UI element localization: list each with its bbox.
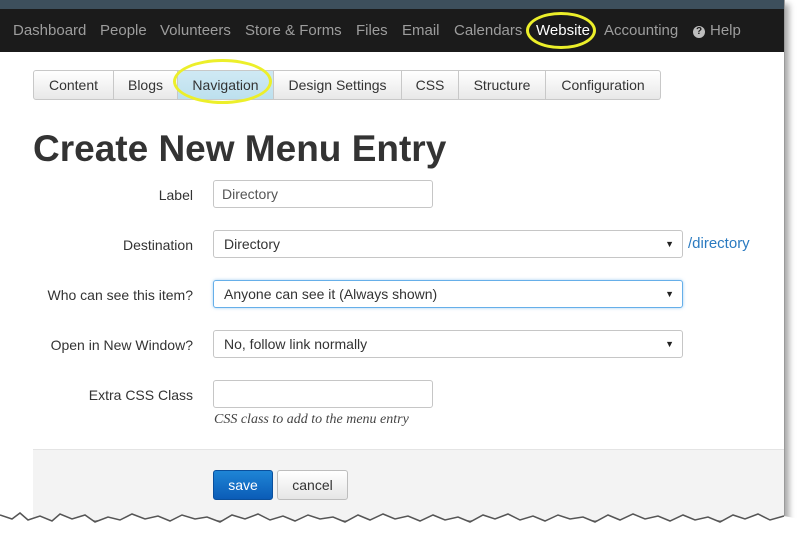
- chevron-down-icon: ▼: [665, 239, 674, 249]
- nav-calendars[interactable]: Calendars: [454, 22, 522, 39]
- css-class-help: CSS class to add to the menu entry: [214, 412, 409, 427]
- destination-value: Directory: [224, 236, 281, 252]
- nav-help-label: Help: [710, 22, 741, 39]
- top-navigation: Dashboard People Volunteers Store & Form…: [0, 0, 784, 52]
- tab-configuration[interactable]: Configuration: [546, 70, 661, 100]
- label-input[interactable]: Directory: [213, 180, 433, 208]
- nav-volunteers[interactable]: Volunteers: [160, 22, 231, 39]
- tab-structure[interactable]: Structure: [459, 70, 546, 100]
- nav-website[interactable]: Website: [536, 22, 590, 39]
- chevron-down-icon: ▼: [665, 289, 674, 299]
- page-title: Create New Menu Entry: [33, 128, 447, 169]
- tab-design-settings[interactable]: Design Settings: [274, 70, 402, 100]
- chevron-down-icon: ▼: [665, 339, 674, 349]
- tab-navigation[interactable]: Navigation: [178, 70, 274, 100]
- section-tabs: Content Blogs Navigation Design Settings…: [33, 70, 661, 100]
- label-field-label: Label: [158, 187, 193, 203]
- nav-people[interactable]: People: [100, 22, 147, 39]
- nav-store-forms[interactable]: Store & Forms: [245, 22, 342, 39]
- destination-select[interactable]: Directory ▼: [213, 230, 683, 258]
- new-window-label: Open in New Window?: [50, 337, 193, 353]
- tab-blogs[interactable]: Blogs: [114, 70, 178, 100]
- tab-content[interactable]: Content: [33, 70, 114, 100]
- nav-dashboard[interactable]: Dashboard: [13, 22, 86, 39]
- visibility-label: Who can see this item?: [47, 287, 193, 303]
- new-window-select[interactable]: No, follow link normally ▼: [213, 330, 683, 358]
- torn-edge: [0, 512, 799, 537]
- help-icon: ?: [693, 26, 705, 38]
- app-window: Dashboard People Volunteers Store & Form…: [0, 0, 785, 520]
- css-class-label: Extra CSS Class: [88, 387, 193, 403]
- css-class-input[interactable]: [213, 380, 433, 408]
- nav-email[interactable]: Email: [402, 22, 440, 39]
- tab-css[interactable]: CSS: [402, 70, 459, 100]
- destination-label: Destination: [122, 237, 193, 253]
- nav-help[interactable]: ? Help: [693, 22, 741, 39]
- cancel-button[interactable]: cancel: [277, 470, 348, 500]
- nav-accounting[interactable]: Accounting: [604, 22, 678, 39]
- nav-files[interactable]: Files: [356, 22, 388, 39]
- visibility-value: Anyone can see it (Always shown): [224, 286, 438, 302]
- new-window-value: No, follow link normally: [224, 336, 368, 352]
- save-button[interactable]: save: [213, 470, 273, 500]
- visibility-select[interactable]: Anyone can see it (Always shown) ▼: [213, 280, 683, 308]
- destination-link[interactable]: /directory: [688, 235, 750, 252]
